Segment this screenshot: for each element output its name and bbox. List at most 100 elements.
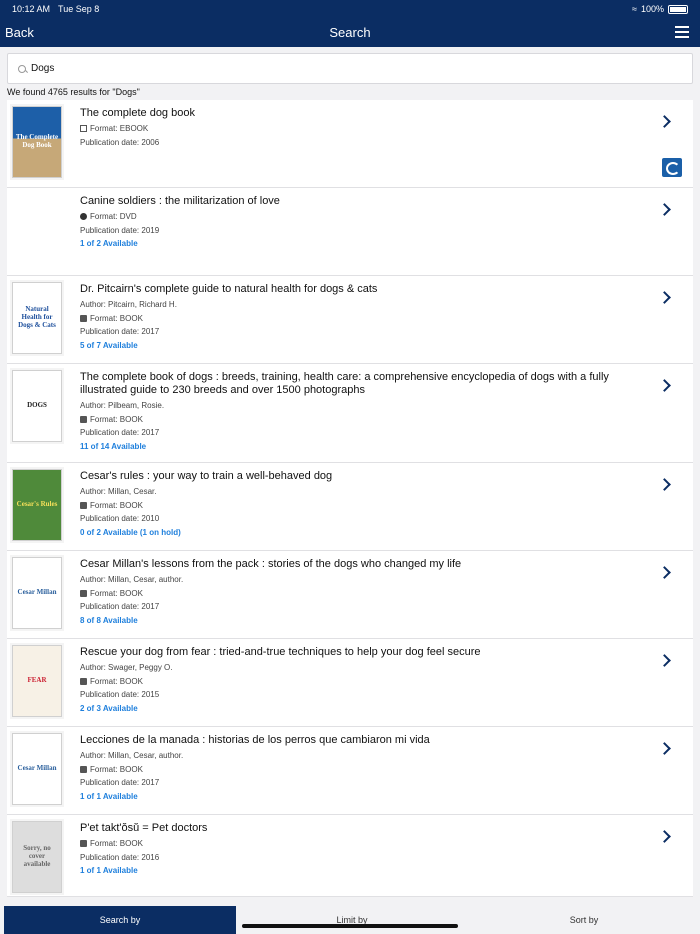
book-icon: [80, 677, 87, 685]
book-cover: Cesar Millan: [12, 733, 62, 805]
cover-text: The Complete Dog Book: [15, 133, 59, 149]
ebook-icon: [80, 125, 87, 132]
home-indicator: [242, 924, 458, 928]
item-title: Cesar Millan's lessons from the pack : s…: [80, 558, 462, 570]
book-icon: [80, 314, 87, 322]
item-author: Author: Millan, Cesar, author.: [80, 575, 184, 584]
list-item[interactable]: The Complete Dog Book The complete dog b…: [7, 100, 693, 188]
results-list: The Complete Dog Book The complete dog b…: [7, 100, 693, 897]
list-item[interactable]: Cesar Millan Lecciones de la manada : hi…: [7, 727, 693, 815]
item-info: Rescue your dog from fear : tried-and-tr…: [80, 646, 643, 715]
chevron-right-icon[interactable]: [658, 115, 671, 128]
list-item[interactable]: Cesar's Rules Cesar's rules : your way t…: [7, 463, 693, 551]
item-title: Rescue your dog from fear : tried-and-tr…: [80, 646, 481, 658]
book-icon: [80, 589, 87, 597]
list-item[interactable]: FEAR Rescue your dog from fear : tried-a…: [7, 639, 693, 727]
status-time: 10:12 AM: [12, 4, 51, 14]
item-date: Publication date: 2010: [80, 514, 160, 524]
list-item[interactable]: Sorry, no cover available P'et takt'ŏsŭ …: [7, 815, 693, 897]
item-date: Publication date: 2017: [80, 327, 160, 337]
bottom-segmented-control: Search by Limit by Sort by: [0, 906, 700, 934]
item-availability: 5 of 7 Available: [80, 340, 138, 350]
page-title: Search: [329, 25, 371, 40]
sort-by-tab[interactable]: Sort by: [468, 906, 700, 934]
book-icon: [80, 501, 87, 509]
item-format: Format: BOOK: [90, 676, 143, 686]
item-availability: 1 of 1 Available: [80, 791, 138, 801]
chevron-right-icon[interactable]: [658, 203, 671, 216]
limit-by-tab[interactable]: Limit by: [236, 906, 468, 934]
book-cover: Cesar Millan: [12, 557, 62, 629]
book-cover: Cesar's Rules: [12, 469, 62, 541]
item-format: Format: DVD: [90, 212, 137, 221]
chevron-right-icon[interactable]: [658, 379, 671, 392]
book-icon: [80, 765, 87, 773]
item-title: Canine soldiers : the militarization of …: [80, 195, 280, 207]
cover-text: DOGS: [27, 401, 47, 410]
chevron-right-icon[interactable]: [658, 830, 671, 843]
item-format: Format: BOOK: [90, 414, 143, 424]
item-author: Author: Millan, Cesar, author.: [80, 751, 184, 760]
cover-text: Cesar Millan: [17, 588, 57, 597]
item-title: Cesar's rules : your way to train a well…: [80, 470, 333, 482]
item-info: Cesar's rules : your way to train a well…: [80, 470, 643, 539]
chevron-right-icon[interactable]: [658, 654, 671, 667]
item-author: Author: Millan, Cesar.: [80, 487, 157, 496]
search-by-tab[interactable]: Search by: [4, 906, 236, 934]
book-cover: FEAR: [12, 645, 62, 717]
book-icon: [80, 840, 87, 847]
list-item[interactable]: Natural Health for Dogs & Cats Dr. Pitca…: [7, 276, 693, 364]
menu-icon[interactable]: [675, 26, 689, 38]
item-availability: 1 of 2 Available: [80, 239, 138, 249]
list-item[interactable]: Cesar Millan Cesar Millan's lessons from…: [7, 551, 693, 639]
cover-text: Cesar Millan: [17, 764, 57, 773]
cover-text: Cesar's Rules: [16, 500, 58, 509]
item-availability: 2 of 3 Available: [80, 703, 138, 713]
wifi-icon: ≈: [632, 4, 637, 14]
item-info: Dr. Pitcairn's complete guide to natural…: [80, 283, 643, 352]
list-item[interactable]: Canine soldiers : the militarization of …: [7, 188, 693, 276]
search-query: Dogs: [31, 63, 55, 74]
back-button[interactable]: Back: [5, 25, 34, 40]
overdrive-icon[interactable]: [662, 158, 682, 177]
item-info: The complete dog book Format: EBOOK Publ…: [80, 107, 643, 149]
item-availability: 8 of 8 Available: [80, 615, 138, 625]
chevron-right-icon[interactable]: [658, 566, 671, 579]
book-icon: [80, 415, 87, 423]
chevron-right-icon[interactable]: [658, 478, 671, 491]
item-title: P'et takt'ŏsŭ = Pet doctors: [80, 822, 208, 834]
chevron-right-icon[interactable]: [658, 291, 671, 304]
battery-icon: [668, 4, 688, 14]
search-icon: [18, 64, 26, 73]
cover-text: Natural Health for Dogs & Cats: [18, 305, 56, 329]
item-date: Publication date: 2006: [80, 137, 160, 147]
item-author: Author: Pilbeam, Rosie.: [80, 401, 165, 410]
item-format: Format: BOOK: [90, 500, 143, 510]
item-info: P'et takt'ŏsŭ = Pet doctors Format: BOOK…: [80, 822, 643, 878]
item-availability: 0 of 2 Available (1 on hold): [80, 527, 181, 537]
item-author: Author: Pitcairn, Richard H.: [80, 300, 177, 309]
item-date: Publication date: 2019: [80, 225, 160, 235]
cover-text: FEAR: [27, 676, 47, 685]
chevron-right-icon[interactable]: [658, 742, 671, 755]
item-availability: 11 of 14 Available: [80, 441, 147, 451]
item-info: Lecciones de la manada : historias de lo…: [80, 734, 643, 803]
item-date: Publication date: 2017: [80, 428, 160, 438]
item-title: Dr. Pitcairn's complete guide to natural…: [80, 283, 378, 295]
item-date: Publication date: 2015: [80, 690, 160, 700]
item-date: Publication date: 2016: [80, 852, 160, 862]
item-title: The complete dog book: [80, 107, 195, 119]
search-input[interactable]: Dogs: [7, 53, 693, 84]
item-date: Publication date: 2017: [80, 602, 160, 612]
item-availability: 1 of 1 Available: [80, 866, 138, 876]
list-item[interactable]: DOGS The complete book of dogs : breeds,…: [7, 364, 693, 463]
book-cover: Sorry, no cover available: [12, 821, 62, 893]
book-cover: DOGS: [12, 370, 62, 442]
item-format: Format: EBOOK: [90, 124, 149, 133]
item-format: Format: BOOK: [90, 839, 143, 848]
item-title: The complete book of dogs : breeds, trai…: [80, 371, 609, 396]
item-info: Cesar Millan's lessons from the pack : s…: [80, 558, 643, 627]
book-cover: The Complete Dog Book: [12, 106, 62, 178]
cover-text: Sorry, no cover available: [23, 844, 51, 868]
item-author: Author: Swager, Peggy O.: [80, 663, 173, 672]
